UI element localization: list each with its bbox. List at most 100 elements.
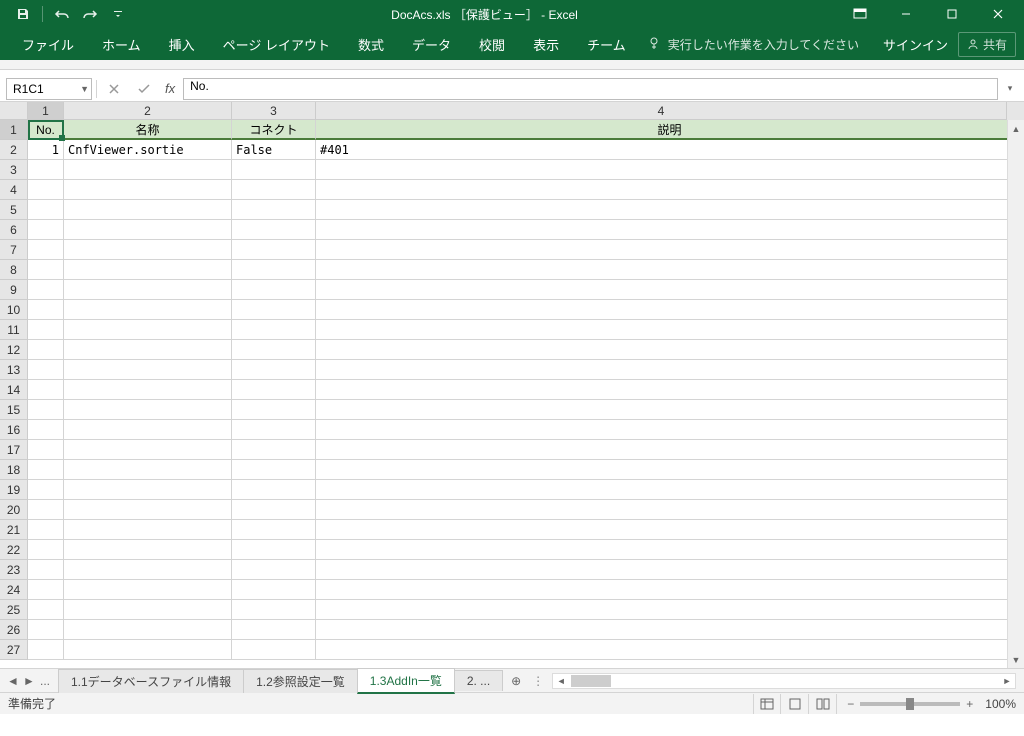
horizontal-scrollbar[interactable]: ◄ ► bbox=[552, 673, 1016, 689]
cell[interactable] bbox=[232, 620, 316, 640]
row-header[interactable]: 15 bbox=[0, 400, 28, 420]
cell[interactable] bbox=[64, 460, 232, 480]
cell[interactable] bbox=[232, 180, 316, 200]
tell-me-search[interactable]: 実行したい作業を入力してください bbox=[648, 36, 859, 53]
cell[interactable] bbox=[232, 600, 316, 620]
row-header[interactable]: 22 bbox=[0, 540, 28, 560]
zoom-slider[interactable] bbox=[860, 702, 960, 706]
cell[interactable] bbox=[28, 540, 64, 560]
cell[interactable] bbox=[232, 360, 316, 380]
zoom-out-button[interactable]: − bbox=[847, 697, 854, 711]
row-header[interactable]: 11 bbox=[0, 320, 28, 340]
row-header[interactable]: 5 bbox=[0, 200, 28, 220]
row-header[interactable]: 8 bbox=[0, 260, 28, 280]
add-sheet-button[interactable]: ⊕ bbox=[506, 674, 526, 688]
fx-icon[interactable]: fx bbox=[161, 81, 179, 96]
cell[interactable] bbox=[232, 260, 316, 280]
cell[interactable] bbox=[64, 160, 232, 180]
cell[interactable] bbox=[316, 220, 1024, 240]
signin-link[interactable]: サインイン bbox=[883, 35, 948, 54]
cell[interactable] bbox=[232, 280, 316, 300]
cell[interactable] bbox=[64, 180, 232, 200]
enter-formula-button[interactable] bbox=[131, 78, 157, 100]
cancel-formula-button[interactable] bbox=[101, 78, 127, 100]
row-header[interactable]: 19 bbox=[0, 480, 28, 500]
row-header[interactable]: 18 bbox=[0, 460, 28, 480]
close-button[interactable] bbox=[976, 0, 1020, 28]
row-header[interactable]: 26 bbox=[0, 620, 28, 640]
cell[interactable] bbox=[316, 520, 1024, 540]
cell[interactable] bbox=[316, 500, 1024, 520]
cell[interactable] bbox=[64, 320, 232, 340]
cell[interactable] bbox=[64, 340, 232, 360]
cell[interactable] bbox=[232, 520, 316, 540]
sheet-nav-prev[interactable]: ► bbox=[22, 674, 36, 688]
sheet-tab[interactable]: 2. ... bbox=[454, 670, 503, 691]
cell[interactable] bbox=[232, 380, 316, 400]
cell[interactable] bbox=[316, 580, 1024, 600]
row-header[interactable]: 27 bbox=[0, 640, 28, 660]
cell[interactable] bbox=[232, 340, 316, 360]
cell[interactable] bbox=[64, 240, 232, 260]
cell[interactable] bbox=[232, 460, 316, 480]
cell[interactable] bbox=[232, 640, 316, 660]
cell[interactable] bbox=[232, 320, 316, 340]
maximize-button[interactable] bbox=[930, 0, 974, 28]
cell[interactable] bbox=[28, 240, 64, 260]
header-cell-no[interactable]: No. bbox=[28, 120, 64, 140]
cell[interactable]: False bbox=[232, 140, 316, 160]
cell[interactable]: 1 bbox=[28, 140, 64, 160]
formula-input[interactable]: No. bbox=[183, 78, 998, 100]
cell[interactable] bbox=[316, 160, 1024, 180]
cell[interactable] bbox=[28, 440, 64, 460]
cell[interactable] bbox=[232, 160, 316, 180]
row-header[interactable]: 21 bbox=[0, 520, 28, 540]
cell[interactable] bbox=[316, 200, 1024, 220]
vertical-scrollbar[interactable]: ▲ ▼ bbox=[1007, 120, 1024, 668]
zoom-level[interactable]: 100% bbox=[985, 697, 1016, 711]
cell[interactable] bbox=[64, 640, 232, 660]
cell[interactable] bbox=[232, 400, 316, 420]
name-box[interactable]: R1C1 ▼ bbox=[6, 78, 92, 100]
redo-button[interactable] bbox=[77, 2, 103, 26]
cell[interactable] bbox=[232, 440, 316, 460]
row-header[interactable]: 23 bbox=[0, 560, 28, 580]
cell[interactable]: #401 bbox=[316, 140, 1024, 160]
cell[interactable] bbox=[64, 500, 232, 520]
col-header-4[interactable]: 4 bbox=[316, 102, 1007, 120]
scroll-down-icon[interactable]: ▼ bbox=[1008, 651, 1024, 668]
tab-pagelayout[interactable]: ページ レイアウト bbox=[209, 28, 344, 60]
row-header[interactable]: 17 bbox=[0, 440, 28, 460]
cell[interactable] bbox=[232, 200, 316, 220]
tab-data[interactable]: データ bbox=[398, 28, 465, 60]
cell[interactable] bbox=[64, 520, 232, 540]
tab-team[interactable]: チーム bbox=[573, 28, 640, 60]
cell[interactable] bbox=[316, 180, 1024, 200]
cell[interactable] bbox=[316, 460, 1024, 480]
tab-insert[interactable]: 挿入 bbox=[155, 28, 209, 60]
cell[interactable] bbox=[316, 300, 1024, 320]
cell[interactable] bbox=[316, 320, 1024, 340]
cell[interactable] bbox=[28, 480, 64, 500]
cell[interactable] bbox=[232, 580, 316, 600]
cell[interactable] bbox=[316, 340, 1024, 360]
cell[interactable] bbox=[64, 360, 232, 380]
row-header[interactable]: 25 bbox=[0, 600, 28, 620]
qat-customize-button[interactable] bbox=[105, 2, 131, 26]
cell[interactable] bbox=[28, 560, 64, 580]
tab-review[interactable]: 校閲 bbox=[465, 28, 519, 60]
cell[interactable] bbox=[316, 560, 1024, 580]
cell[interactable] bbox=[28, 200, 64, 220]
cell[interactable] bbox=[232, 480, 316, 500]
cell[interactable] bbox=[64, 580, 232, 600]
row-header[interactable]: 24 bbox=[0, 580, 28, 600]
row-header[interactable]: 3 bbox=[0, 160, 28, 180]
cell[interactable] bbox=[28, 260, 64, 280]
scroll-right-icon[interactable]: ► bbox=[999, 676, 1015, 686]
col-header-3[interactable]: 3 bbox=[232, 102, 316, 120]
cell[interactable] bbox=[316, 260, 1024, 280]
cell[interactable] bbox=[316, 600, 1024, 620]
cell[interactable] bbox=[316, 280, 1024, 300]
cell[interactable] bbox=[28, 500, 64, 520]
cell[interactable] bbox=[28, 180, 64, 200]
